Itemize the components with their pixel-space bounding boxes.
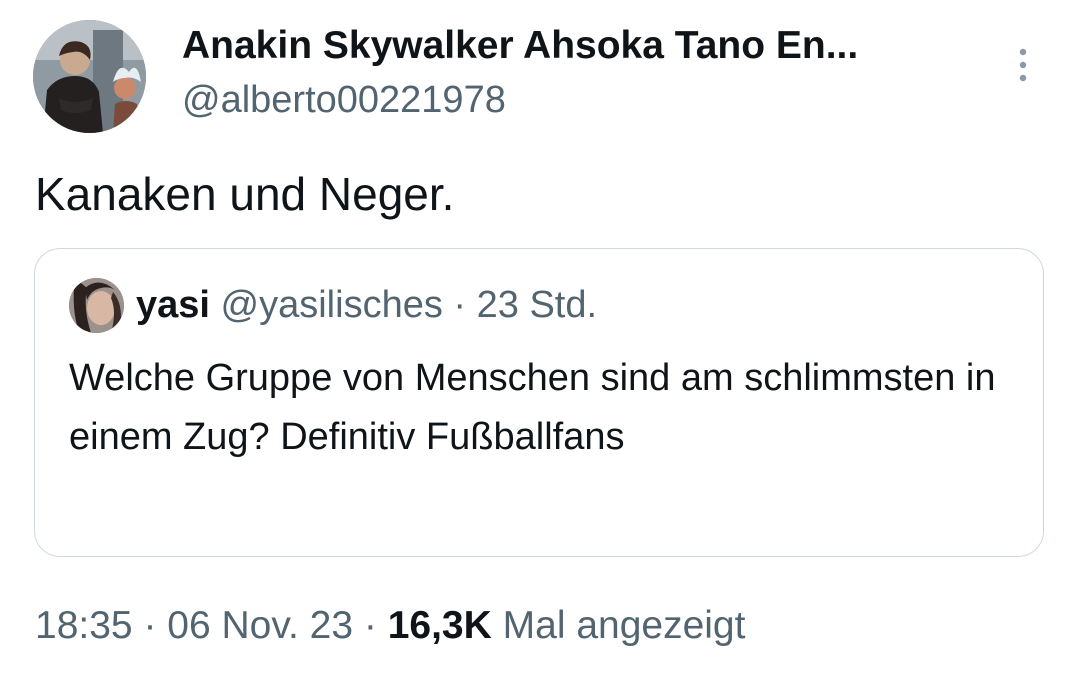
tweet-time[interactable]: 18:35 [35, 604, 133, 647]
author-display-name[interactable]: Anakin Skywalker Ahsoka Tano En... [182, 22, 982, 70]
more-vertical-icon[interactable] [1003, 44, 1043, 88]
quote-avatar-image [69, 278, 124, 333]
author-avatar[interactable] [33, 20, 146, 133]
views-label[interactable]: Mal angezeigt [503, 604, 746, 647]
quote-author-name[interactable]: yasi [136, 284, 210, 326]
meta-separator: · [363, 604, 377, 647]
author-handle[interactable]: @alberto00221978 [182, 76, 506, 124]
quote-separator: · [453, 284, 467, 326]
tweet-text: Kanaken und Neger. [35, 168, 455, 220]
quote-author-avatar[interactable] [69, 278, 124, 333]
views-count[interactable]: 16,3K [388, 604, 492, 647]
tweet-meta: 18:35 · 06 Nov. 23 · 16,3K Mal angezeigt [35, 601, 745, 651]
meta-separator: · [143, 604, 157, 647]
quote-timestamp[interactable]: 23 Std. [477, 284, 597, 326]
quote-text: Welche Gruppe von Menschen sind am schli… [69, 357, 996, 458]
quote-header: yasi @yasilisches · 23 Std. [136, 282, 597, 328]
author-avatar-image [33, 20, 146, 133]
tweet-date[interactable]: 06 Nov. 23 [167, 604, 353, 647]
quoted-tweet-card[interactable]: yasi @yasilisches · 23 Std. Welche Grupp… [34, 248, 1044, 557]
quote-author-handle[interactable]: @yasilisches [221, 284, 443, 326]
